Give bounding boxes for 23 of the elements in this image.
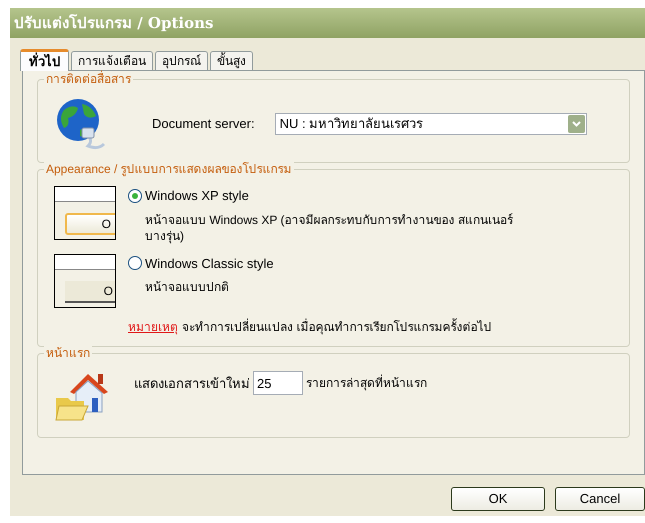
tab[interactable]: การแจ้งเตือน — [71, 51, 153, 70]
tab[interactable]: ขั้นสูง — [210, 51, 253, 70]
field-label: แสดงเอกสารเข้าใหม่ — [134, 375, 250, 393]
tab[interactable]: อุปกรณ์ — [155, 51, 208, 70]
note-link[interactable]: หมายเหตุ — [128, 320, 178, 334]
tab[interactable]: ทั่วไป — [20, 49, 69, 71]
radio-button[interactable] — [128, 188, 142, 203]
style-preview-drawing: O — [54, 254, 116, 308]
cancel-button[interactable]: Cancel — [555, 487, 645, 511]
radio-option[interactable]: Windows Classic style — [128, 254, 525, 273]
note-text: หมายเหตุ จะทำการเปลี่ยนแปลง เมื่อคุณทำการเรียกโปรแกรมครั้งต่อไป — [128, 318, 492, 336]
window-title: ปรับแต่งโปรแกรม / Options — [14, 12, 214, 34]
group-legend: Appearance / รูปแบบการแสดงผลของโปรแกรม — [44, 161, 294, 177]
ok-button[interactable]: OK — [451, 487, 545, 511]
option-description: หน้าจอแบบปกติ — [145, 279, 230, 295]
field-label: Document server: — [152, 115, 255, 134]
radio-option[interactable]: Windows XP style — [128, 186, 525, 206]
count-input[interactable]: 25 — [253, 371, 303, 395]
option-description: หน้าจอแบบ Windows XP (อาจมีผลกระทบกับการทำงานของ สแกนเนอร์บางรุ่น) — [145, 212, 514, 244]
field-label: รายการล่าสุดที่หน้าแรก — [306, 374, 427, 392]
style-preview-drawing: O — [54, 186, 116, 240]
server-dropdown[interactable]: NU : มหาวิทยาลัยนเรศวร — [274, 113, 587, 135]
radio-button[interactable] — [128, 256, 142, 270]
